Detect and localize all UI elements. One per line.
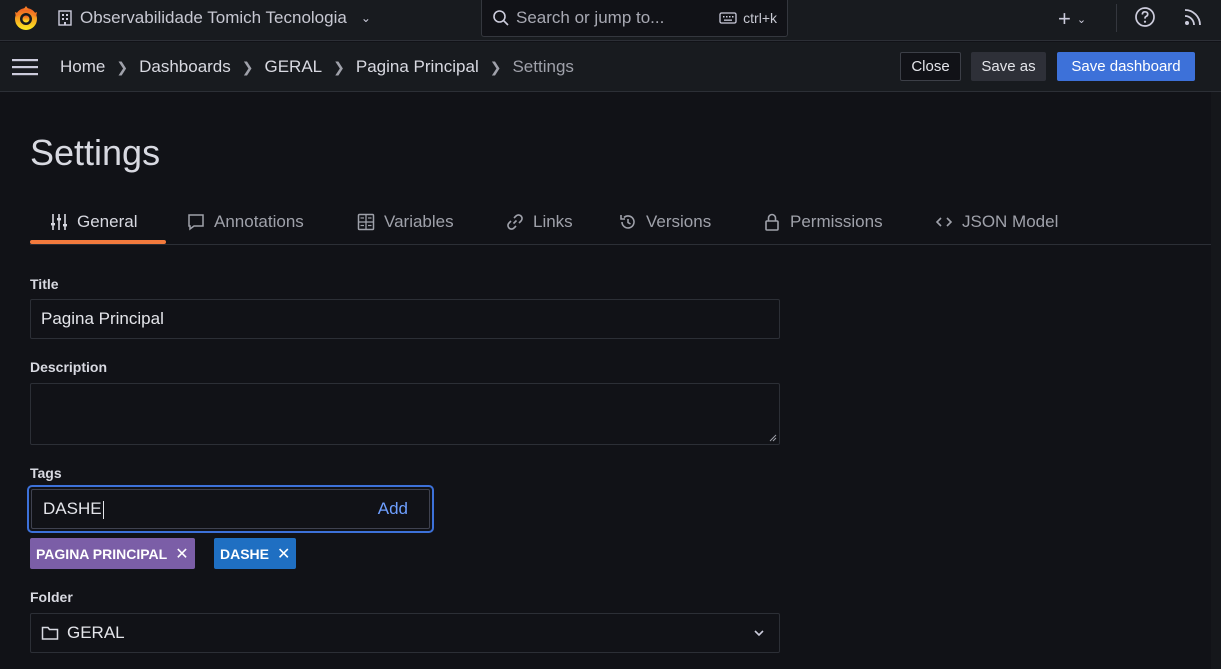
chevron-right-icon: ❯ [116,58,129,75]
breadcrumb-current: Settings [512,57,574,76]
org-switcher[interactable]: Observabilidade Tomich Tecnologia ⌄ [58,0,371,36]
tab-json-model[interactable]: JSON Model [935,200,1058,244]
tags-input-wrapper: DASHE Add [27,485,434,533]
tags-input[interactable]: DASHE [43,499,378,519]
tab-permissions-label: Permissions [790,212,883,231]
tag-chip: PAGINA PRINCIPAL ✕ [30,538,195,569]
building-icon [58,10,72,26]
folder-icon [41,626,59,640]
rss-icon[interactable] [1183,7,1203,27]
menu-icon[interactable] [12,57,38,77]
sliders-icon [51,214,67,230]
search-icon [493,9,509,26]
grafana-logo-icon[interactable] [10,4,42,32]
description-label: Description [30,359,108,375]
top-bar: Observabilidade Tomich Tecnologia ⌄ Sear… [0,0,1221,41]
settings-tabs: General Annotations Variables Links Vers… [30,200,1211,245]
tag-chip-label: PAGINA PRINCIPAL [36,545,168,562]
tab-variables[interactable]: Variables [357,200,454,244]
tab-links[interactable]: Links [506,200,573,244]
close-icon[interactable]: ✕ [277,544,290,564]
keyboard-icon [719,11,737,24]
tags-label: Tags [30,465,62,481]
folder-select[interactable]: GERAL [30,613,780,653]
history-icon [620,215,635,229]
breadcrumb: Home ❯ Dashboards ❯ GERAL ❯ Pagina Princ… [60,42,574,92]
lock-icon [765,213,779,231]
org-name: Observabilidade Tomich Tecnologia [80,8,347,27]
tab-variables-label: Variables [384,212,454,231]
breadcrumb-home[interactable]: Home [60,57,105,77]
help-icon[interactable] [1134,6,1156,28]
tab-general[interactable]: General [50,200,137,244]
tab-permissions[interactable]: Permissions [763,200,883,244]
chevron-right-icon: ❯ [241,58,254,75]
text-caret [102,500,104,519]
resize-grip-icon[interactable] [769,434,777,442]
comment-icon [188,214,204,231]
description-textarea[interactable] [30,383,780,445]
tag-chip-label: DASHE [220,545,270,562]
tab-links-label: Links [533,212,573,231]
tab-general-label: General [77,212,138,231]
chevron-right-icon: ❯ [333,58,345,75]
folder-value: GERAL [67,623,125,642]
active-tab-indicator [30,240,166,244]
new-menu-button[interactable]: + ⌄ [1058,6,1086,32]
chevron-down-icon: ⌄ [360,11,371,25]
close-button[interactable]: Close [900,52,961,81]
search-bar[interactable]: Search or jump to... ctrl+k [481,0,788,37]
breadcrumb-dashboard[interactable]: Pagina Principal [356,57,479,77]
search-placeholder: Search or jump to... [516,7,665,27]
plus-icon: + [1058,6,1071,31]
tab-annotations-label: Annotations [214,212,304,231]
breadcrumb-folder[interactable]: GERAL [265,57,323,77]
chevron-right-icon: ❯ [489,58,502,75]
tags-input-value: DASHE [43,499,102,518]
tab-json-model-label: JSON Model [962,212,1059,231]
tab-annotations[interactable]: Annotations [187,200,304,244]
tag-chip: DASHE ✕ [214,538,297,569]
breadcrumb-dashboards[interactable]: Dashboards [139,57,231,77]
save-dashboard-button[interactable]: Save dashboard [1057,52,1195,81]
code-icon [935,217,953,227]
search-shortcut: ctrl+k [743,9,777,26]
close-icon[interactable]: ✕ [175,544,188,564]
link-icon [507,214,523,230]
scrollbar[interactable] [1211,92,1221,669]
breadcrumb-bar: Home ❯ Dashboards ❯ GERAL ❯ Pagina Princ… [0,42,1221,92]
title-label: Title [30,276,59,292]
chevron-down-icon: ⌄ [1076,13,1087,26]
folder-label: Folder [30,589,73,605]
add-tag-button[interactable]: Add [378,499,408,519]
tab-versions[interactable]: Versions [619,200,711,244]
calculator-icon [357,213,375,231]
divider [1116,4,1117,32]
save-as-button[interactable]: Save as [971,52,1046,81]
page-title: Settings [30,132,161,173]
tab-versions-label: Versions [646,212,712,231]
title-input[interactable]: Pagina Principal [30,299,780,339]
chevron-down-icon [754,630,764,637]
